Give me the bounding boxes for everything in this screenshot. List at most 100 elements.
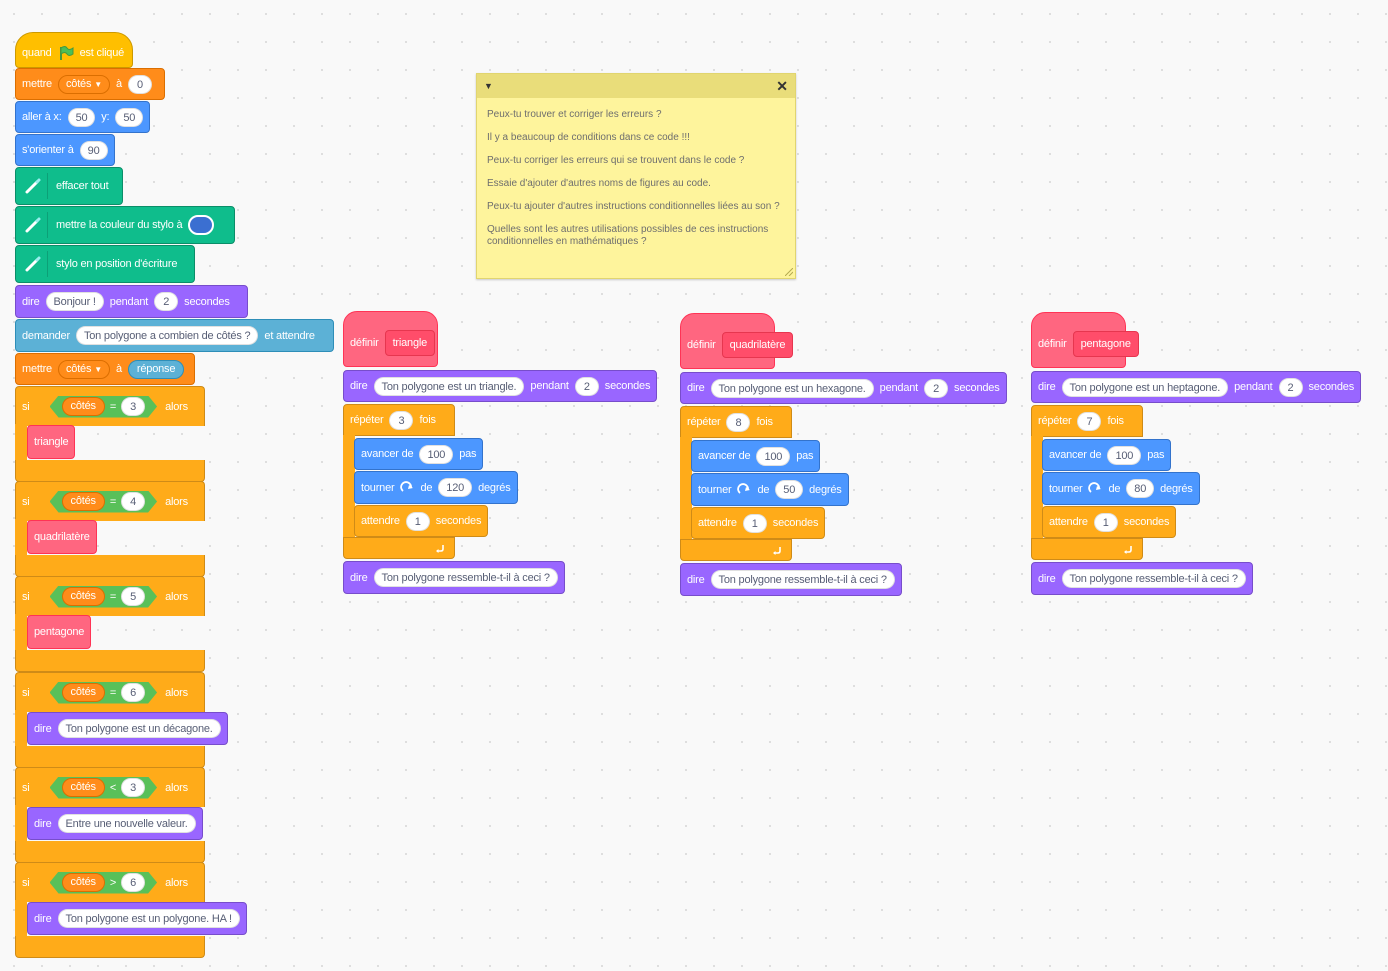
repeat-block[interactable]: répéter 8 fois	[680, 406, 792, 438]
comment-text[interactable]: Peux-tu trouver et corriger les erreurs …	[477, 98, 795, 248]
turn-right-block[interactable]: tourner de 80 degrés	[1042, 472, 1200, 505]
variable-dropdown[interactable]: côtés ▼	[57, 74, 110, 94]
variable-reporter[interactable]: côtés	[62, 873, 105, 892]
comparison-operator[interactable]: côtés = 4	[50, 491, 158, 513]
steps-input[interactable]: 100	[419, 444, 454, 464]
if-then-block[interactable]: si côtés < 3 alors	[15, 767, 205, 807]
move-steps-block[interactable]: avancer de 100 pas	[1042, 439, 1172, 471]
point-in-direction-block[interactable]: s'orienter à 90	[15, 134, 115, 166]
pen-clear-block[interactable]: effacer tout	[15, 167, 123, 205]
comparison-operator[interactable]: côtés > 6	[50, 872, 158, 894]
wait-block[interactable]: attendre 1 secondes	[691, 507, 826, 539]
when-flag-clicked-block[interactable]: quand est cliqué	[15, 32, 133, 68]
steps-input[interactable]: 100	[756, 446, 791, 466]
repeat-block[interactable]: répéter 7 fois	[1031, 405, 1143, 437]
wait-block[interactable]: attendre 1 secondes	[354, 505, 489, 537]
say-block[interactable]: dire Ton polygone ressemble-t-il à ceci …	[343, 561, 565, 594]
times-input[interactable]: 3	[389, 410, 414, 430]
number-input[interactable]: 3	[121, 397, 145, 416]
value-input[interactable]: 0	[127, 74, 152, 94]
say-for-secs-block[interactable]: dire Ton polygone est un heptagone. pend…	[1031, 371, 1361, 403]
variable-reporter[interactable]: côtés	[62, 397, 105, 416]
if-then-block[interactable]: si côtés = 6 alors	[15, 672, 205, 712]
wait-seconds-input[interactable]: 1	[1093, 512, 1118, 532]
message-input[interactable]: Ton polygone ressemble-t-il à ceci ?	[373, 568, 558, 587]
close-icon[interactable]: ✕	[776, 78, 788, 95]
repeat-block[interactable]: répéter 3 fois	[343, 404, 455, 436]
wait-seconds-input[interactable]: 1	[742, 513, 767, 533]
times-input[interactable]: 8	[726, 412, 751, 432]
comparison-operator[interactable]: côtés = 6	[50, 682, 158, 704]
custom-block-call[interactable]: pentagone	[27, 615, 92, 649]
pen-down-block[interactable]: stylo en position d'écriture	[15, 245, 195, 283]
if-then-block[interactable]: si côtés > 6 alors	[15, 862, 205, 902]
say-block[interactable]: dire Ton polygone est un polygone. HA !	[27, 902, 247, 935]
variable-reporter[interactable]: côtés	[62, 587, 105, 606]
comparison-operator[interactable]: côtés = 3	[50, 396, 158, 418]
steps-input[interactable]: 100	[1107, 445, 1142, 465]
define-block[interactable]: définir quadrilatère	[680, 313, 794, 369]
say-for-secs-block[interactable]: dire Ton polygone est un triangle. penda…	[343, 370, 658, 402]
message-input[interactable]: Ton polygone est un décagone.	[57, 719, 221, 738]
set-variable-block[interactable]: mettre côtés ▼ à 0	[15, 68, 165, 100]
move-steps-block[interactable]: avancer de 100 pas	[691, 440, 821, 472]
custom-block-prototype[interactable]: triangle	[384, 330, 436, 356]
say-block[interactable]: dire Ton polygone ressemble-t-il à ceci …	[680, 563, 902, 596]
y-input[interactable]: 50	[115, 107, 143, 127]
workspace-comment[interactable]: ▼ ✕ Peux-tu trouver et corriger les erre…	[476, 73, 796, 279]
message-input[interactable]: Ton polygone est un polygone. HA !	[57, 909, 240, 928]
question-input[interactable]: Ton polygone a combien de côtés ?	[75, 326, 259, 345]
ask-and-wait-block[interactable]: demander Ton polygone a combien de côtés…	[15, 319, 334, 352]
define-block[interactable]: définir triangle	[343, 311, 438, 367]
set-variable-block[interactable]: mettre côtés ▼ à réponse	[15, 353, 195, 385]
if-then-block[interactable]: si côtés = 3 alors	[15, 386, 205, 426]
define-block[interactable]: définir pentagone	[1031, 312, 1139, 368]
answer-reporter[interactable]: réponse	[127, 359, 185, 379]
x-input[interactable]: 50	[67, 107, 96, 127]
number-input[interactable]: 6	[121, 873, 145, 892]
number-input[interactable]: 3	[121, 778, 145, 797]
number-input[interactable]: 6	[121, 683, 145, 702]
message-input[interactable]: Ton polygone est un hexagone.	[710, 378, 874, 398]
direction-input[interactable]: 90	[79, 140, 108, 160]
degrees-input[interactable]: 80	[1126, 479, 1155, 498]
turn-right-block[interactable]: tourner de 50 degrés	[691, 473, 849, 506]
resize-handle-icon[interactable]	[785, 268, 793, 276]
degrees-input[interactable]: 120	[438, 478, 473, 497]
wait-seconds-input[interactable]: 1	[405, 511, 430, 531]
go-to-xy-block[interactable]: aller à x: 50 y: 50	[15, 101, 150, 133]
times-input[interactable]: 7	[1077, 411, 1102, 431]
custom-block-prototype[interactable]: pentagone	[1072, 331, 1139, 357]
say-block[interactable]: dire Entre une nouvelle valeur.	[27, 807, 203, 840]
if-then-block[interactable]: si côtés = 4 alors	[15, 481, 205, 521]
custom-block-prototype[interactable]: quadrilatère	[721, 332, 794, 358]
color-picker-swatch[interactable]	[188, 215, 215, 235]
say-for-secs-block[interactable]: dire Bonjour ! pendant 2 secondes	[15, 285, 248, 318]
triangle-down-icon[interactable]: ▼	[484, 81, 493, 91]
set-pen-color-block[interactable]: mettre la couleur du stylo à	[15, 206, 235, 244]
message-input[interactable]: Ton polygone ressemble-t-il à ceci ?	[710, 570, 895, 589]
comparison-operator[interactable]: côtés < 3	[50, 777, 158, 799]
message-input[interactable]: Ton polygone est un triangle.	[373, 376, 525, 396]
variable-dropdown[interactable]: côtés ▼	[57, 359, 110, 379]
comparison-operator[interactable]: côtés = 5	[50, 586, 158, 608]
number-input[interactable]: 5	[121, 587, 145, 606]
degrees-input[interactable]: 50	[775, 480, 804, 499]
variable-reporter[interactable]: côtés	[62, 778, 105, 797]
say-block[interactable]: dire Ton polygone est un décagone.	[27, 712, 228, 745]
seconds-input[interactable]: 2	[574, 376, 599, 396]
seconds-input[interactable]: 2	[924, 378, 949, 398]
custom-block-call[interactable]: quadrilatère	[27, 520, 97, 554]
message-input[interactable]: Ton polygone ressemble-t-il à ceci ?	[1061, 569, 1246, 588]
variable-reporter[interactable]: côtés	[62, 492, 105, 511]
message-input[interactable]: Bonjour !	[45, 292, 104, 311]
message-input[interactable]: Ton polygone est un heptagone.	[1061, 377, 1229, 397]
custom-block-call[interactable]: triangle	[27, 425, 76, 459]
wait-block[interactable]: attendre 1 secondes	[1042, 506, 1177, 538]
turn-right-block[interactable]: tourner de 120 degrés	[354, 471, 518, 504]
move-steps-block[interactable]: avancer de 100 pas	[354, 438, 484, 470]
variable-reporter[interactable]: côtés	[62, 683, 105, 702]
say-for-secs-block[interactable]: dire Ton polygone est un hexagone. penda…	[680, 372, 1007, 404]
comment-titlebar[interactable]: ▼ ✕	[477, 74, 795, 98]
number-input[interactable]: 4	[121, 492, 145, 511]
